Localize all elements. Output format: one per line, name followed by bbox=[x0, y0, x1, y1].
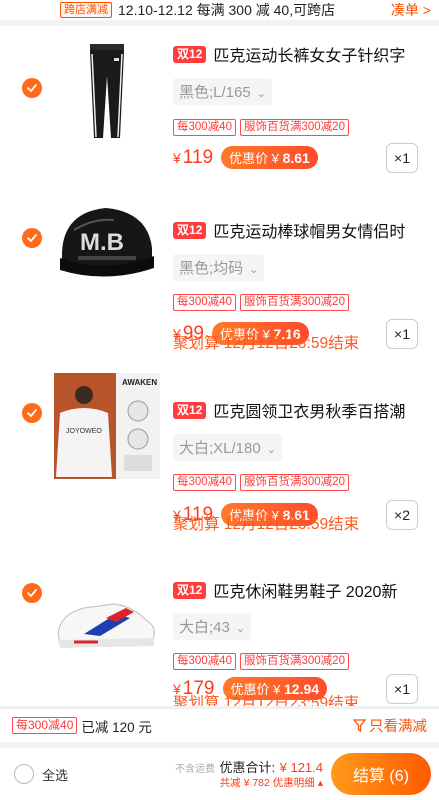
promo-tag: 跨店满减 bbox=[60, 2, 112, 18]
item-checkbox[interactable] bbox=[22, 403, 42, 423]
quantity-stepper[interactable]: ×1 bbox=[386, 143, 418, 173]
double12-badge: 双12 bbox=[173, 401, 207, 419]
item-checkbox[interactable] bbox=[22, 583, 42, 603]
svg-text:M.B: M.B bbox=[80, 229, 124, 256]
summary-promo-tag: 每300减40 bbox=[12, 717, 78, 734]
awaken-label: AWAKEN bbox=[122, 378, 157, 387]
quantity-stepper[interactable]: ×2 bbox=[386, 500, 418, 530]
svg-text:JOYOWEO: JOYOWEO bbox=[66, 428, 102, 435]
total-label: 优惠合计: bbox=[219, 760, 276, 776]
sweatshirt-image: JOYOWEO AWAKEN bbox=[54, 373, 160, 479]
no-shipping-note: 不含运费 bbox=[175, 764, 216, 776]
promo-tag-category: 服饰百货满300减20 bbox=[239, 294, 349, 311]
price: ¥119 bbox=[173, 146, 214, 168]
saved-amount: 共减 ¥ 782 bbox=[219, 777, 270, 790]
chevron-down-icon: ⌄ bbox=[249, 264, 259, 276]
juhuasuan-countdown: 聚划算 12月12日23:59结束 bbox=[173, 695, 360, 706]
cart-item: 双12 匹克运动长裤女女子针织字 黑色;L/165 ⌄ 每300减40 服饰百货满… bbox=[0, 26, 439, 186]
promo-tag-store: 每300减40 bbox=[173, 474, 236, 491]
promo-tag-category: 服饰百货满300减20 bbox=[239, 653, 349, 670]
product-image[interactable]: JOYOWEO AWAKEN bbox=[54, 373, 160, 479]
chevron-down-icon: ⌄ bbox=[266, 444, 276, 456]
cross-store-promo-bar: 跨店满减 12.10-12.12 每满 300 减 40,可跨店 凑单 > bbox=[0, 0, 439, 20]
sku-text: 大白;43 bbox=[179, 619, 230, 636]
filter-promo-button[interactable]: 只看满减 bbox=[353, 715, 427, 736]
promo-tag-category: 服饰百货满300减20 bbox=[239, 474, 349, 491]
sku-selector[interactable]: 大白;XL/180 ⌄ bbox=[173, 434, 282, 461]
sku-selector[interactable]: 大白;43 ⌄ bbox=[173, 613, 252, 640]
check-icon bbox=[27, 234, 37, 243]
baseball-cap-image: M.B bbox=[54, 190, 160, 296]
promo-summary-bar: 每300减40 已减 120 元 只看满减 bbox=[0, 708, 439, 742]
promo-tag-store: 每300减40 bbox=[173, 653, 236, 670]
settle-button[interactable]: 结算 (6) bbox=[331, 753, 431, 795]
summary-saved-text: 已减 120 元 bbox=[81, 719, 152, 735]
checkout-bar: 全选 不含运费 优惠合计: ¥ 121.4 共减 ¥ 782 优惠明细 ▴ 结算… bbox=[0, 748, 439, 800]
add-on-link[interactable]: 凑单 > bbox=[391, 0, 431, 20]
product-title[interactable]: 匹克休闲鞋男鞋子 2020新 bbox=[213, 578, 397, 602]
juhuasuan-countdown: 聚划算 12月12日23:59结束 bbox=[173, 335, 360, 352]
total-summary: 不含运费 优惠合计: ¥ 121.4 共减 ¥ 782 优惠明细 ▴ bbox=[175, 758, 323, 790]
cart-item: 双12 匹克休闲鞋男鞋子 2020新 大白;43 ⌄ 每300减40 服饰百货满3… bbox=[0, 546, 439, 706]
promo-tag-category: 服饰百货满300减20 bbox=[239, 119, 349, 136]
cart-items-card: 双12 匹克运动长裤女女子针织字 黑色;L/165 ⌄ 每300减40 服饰百货满… bbox=[0, 26, 439, 706]
quantity-stepper[interactable]: ×1 bbox=[386, 674, 418, 704]
filter-label: 只看满减 bbox=[369, 719, 427, 735]
promo-tag-store: 每300减40 bbox=[173, 294, 236, 311]
product-title[interactable]: 匹克运动棒球帽男女情侣时 bbox=[213, 218, 405, 242]
promo-tag-store: 每300减40 bbox=[173, 119, 236, 136]
double12-badge: 双12 bbox=[173, 581, 207, 599]
sku-text: 大白;XL/180 bbox=[179, 440, 261, 457]
filter-icon bbox=[353, 719, 366, 732]
total-value: ¥ 121.4 bbox=[279, 760, 323, 776]
item-checkbox[interactable] bbox=[22, 78, 42, 98]
check-icon bbox=[27, 589, 37, 598]
discount-price-badge: 优惠价 ¥ 8.61 bbox=[221, 146, 318, 169]
double12-badge: 双12 bbox=[173, 221, 207, 239]
select-all-label[interactable]: 全选 bbox=[42, 765, 68, 784]
double12-badge: 双12 bbox=[173, 45, 207, 63]
track-pants-image bbox=[54, 38, 160, 144]
product-title[interactable]: 匹克圆领卫衣男秋季百搭潮 bbox=[213, 398, 405, 422]
product-image[interactable]: M.B bbox=[54, 190, 160, 296]
sku-text: 黑色;L/165 bbox=[179, 84, 251, 101]
promo-text: 12.10-12.12 每满 300 减 40,可跨店 bbox=[118, 2, 336, 18]
sku-selector[interactable]: 黑色;L/165 ⌄ bbox=[173, 78, 272, 105]
product-title[interactable]: 匹克运动长裤女女子针织字 bbox=[213, 42, 405, 66]
juhuasuan-countdown: 聚划算 12月12日23:59结束 bbox=[173, 516, 360, 533]
product-image[interactable] bbox=[54, 564, 160, 670]
chevron-down-icon: ⌄ bbox=[235, 623, 246, 635]
discount-detail-link[interactable]: 优惠明细 ▴ bbox=[273, 777, 323, 789]
quantity-stepper[interactable]: ×1 bbox=[386, 319, 418, 349]
sku-text: 黑色;均码 bbox=[179, 260, 244, 277]
chevron-down-icon: ⌄ bbox=[256, 88, 266, 100]
product-image[interactable] bbox=[54, 38, 160, 144]
check-icon bbox=[27, 84, 37, 93]
sku-selector[interactable]: 黑色;均码 ⌄ bbox=[173, 254, 265, 281]
select-all-checkbox[interactable] bbox=[14, 764, 34, 784]
check-icon bbox=[27, 409, 37, 418]
item-checkbox[interactable] bbox=[22, 228, 42, 248]
sneaker-image bbox=[54, 564, 160, 670]
